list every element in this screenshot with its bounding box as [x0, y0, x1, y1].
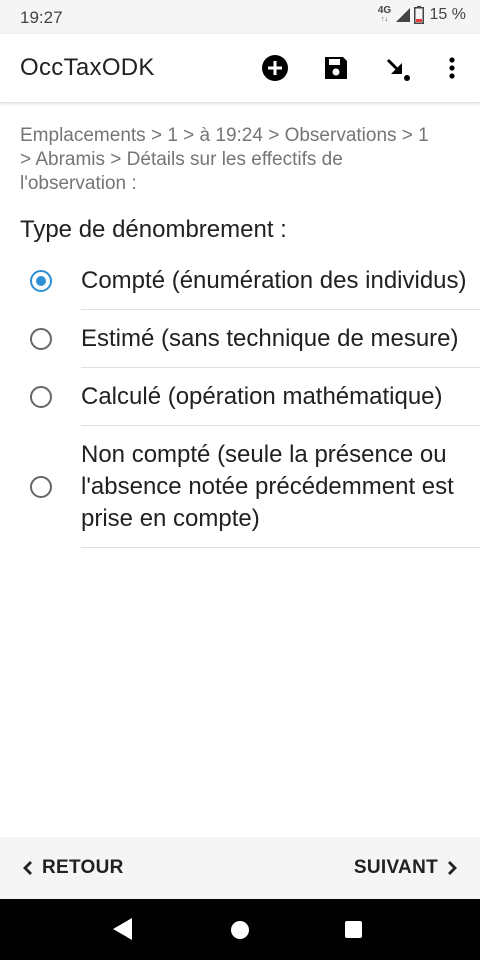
app-title: OccTaxODK [20, 54, 155, 81]
status-bar: 19:27 4G ↑↓ 15 % [0, 0, 480, 34]
chevron-right-icon [448, 861, 457, 875]
chevron-left-icon [23, 861, 32, 875]
form-nav-bar: RETOUR SUIVANT [0, 837, 480, 899]
signal-icon [395, 8, 410, 22]
network-type: 4G ↑↓ [377, 5, 392, 24]
recents-square-icon[interactable] [344, 920, 363, 939]
radio-group: Compté (énumération des individus) Estim… [0, 252, 480, 548]
back-triangle-icon[interactable] [112, 917, 134, 941]
radio-button[interactable] [29, 476, 52, 498]
system-nav-bar [0, 899, 480, 960]
radio-button[interactable] [29, 386, 52, 408]
radio-option-compte[interactable]: Compté (énumération des individus) [0, 252, 480, 310]
radio-option-label: Estimé (sans technique de mesure) [81, 310, 480, 368]
radio-button[interactable] [29, 270, 52, 292]
more-vert-icon[interactable] [436, 52, 468, 84]
question-label: Type de dénombrement : [20, 216, 287, 243]
radio-option-non-compte[interactable]: Non compté (seule la présence ou l'absen… [0, 426, 480, 548]
battery-icon [413, 6, 424, 24]
app-bar: OccTaxODK [0, 34, 480, 103]
save-icon[interactable] [320, 52, 352, 84]
status-time: 19:27 [20, 8, 63, 27]
home-circle-icon[interactable] [230, 920, 250, 940]
radio-option-estime[interactable]: Estimé (sans technique de mesure) [0, 310, 480, 368]
next-button[interactable]: SUIVANT [354, 857, 458, 879]
add-circle-icon[interactable] [259, 52, 291, 84]
radio-option-calcule[interactable]: Calculé (opération mathématique) [0, 368, 480, 426]
radio-option-label: Calculé (opération mathématique) [81, 368, 480, 426]
radio-button[interactable] [29, 328, 52, 350]
jump-icon[interactable] [382, 52, 414, 84]
radio-option-label: Non compté (seule la présence ou l'absen… [81, 426, 480, 548]
status-icons: 4G ↑↓ 15 % [378, 6, 466, 24]
back-button[interactable]: RETOUR [22, 857, 124, 879]
battery-percent: 15 % [429, 6, 466, 23]
radio-option-label: Compté (énumération des individus) [81, 252, 480, 310]
breadcrumb: Emplacements > 1 > à 19:24 > Observation… [20, 125, 429, 194]
next-button-label: SUIVANT [353, 857, 438, 878]
back-button-label: RETOUR [42, 857, 124, 878]
